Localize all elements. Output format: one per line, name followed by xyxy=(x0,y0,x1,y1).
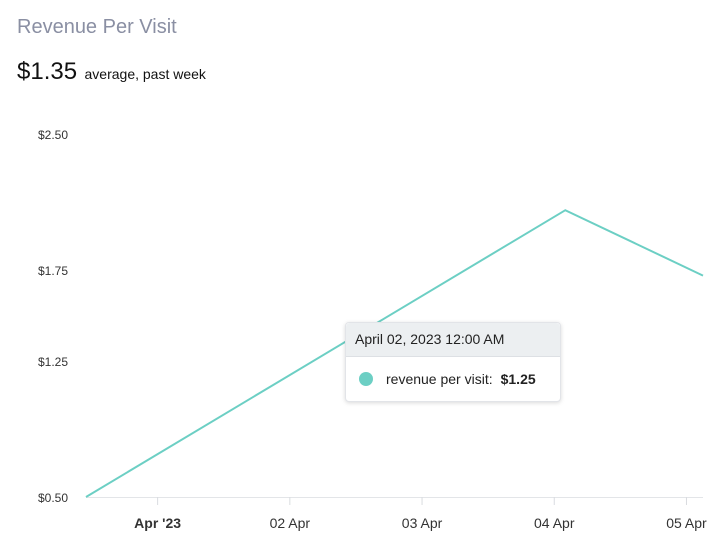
tooltip-date: April 02, 2023 12:00 AM xyxy=(346,323,560,357)
x-tick-label: 02 Apr xyxy=(270,515,311,531)
y-tick-label: $1.75 xyxy=(38,264,68,278)
tooltip-series-label: revenue per visit: xyxy=(386,371,493,387)
y-tick-label: $1.25 xyxy=(38,355,68,369)
y-tick-label: $2.50 xyxy=(38,128,68,142)
tooltip-row: revenue per visit: $1.25 xyxy=(346,357,560,401)
x-tick-label: 05 Apr xyxy=(666,515,707,531)
line-chart[interactable]: $0.50 $1.25 $1.75 $2.50 Apr '23 02 Apr 03 Apr 0… xyxy=(0,0,715,542)
series-marker-icon xyxy=(359,372,373,386)
tooltip-value: $1.25 xyxy=(500,371,536,387)
x-tick-label: 03 Apr xyxy=(402,515,443,531)
chart-tooltip: April 02, 2023 12:00 AM revenue per visi… xyxy=(345,322,561,402)
x-tick-label: Apr '23 xyxy=(134,515,181,531)
y-tick-label: $0.50 xyxy=(38,491,68,505)
chart-card: Revenue Per Visit $1.35 average, past we… xyxy=(0,0,715,542)
x-tick-label: 04 Apr xyxy=(534,515,575,531)
